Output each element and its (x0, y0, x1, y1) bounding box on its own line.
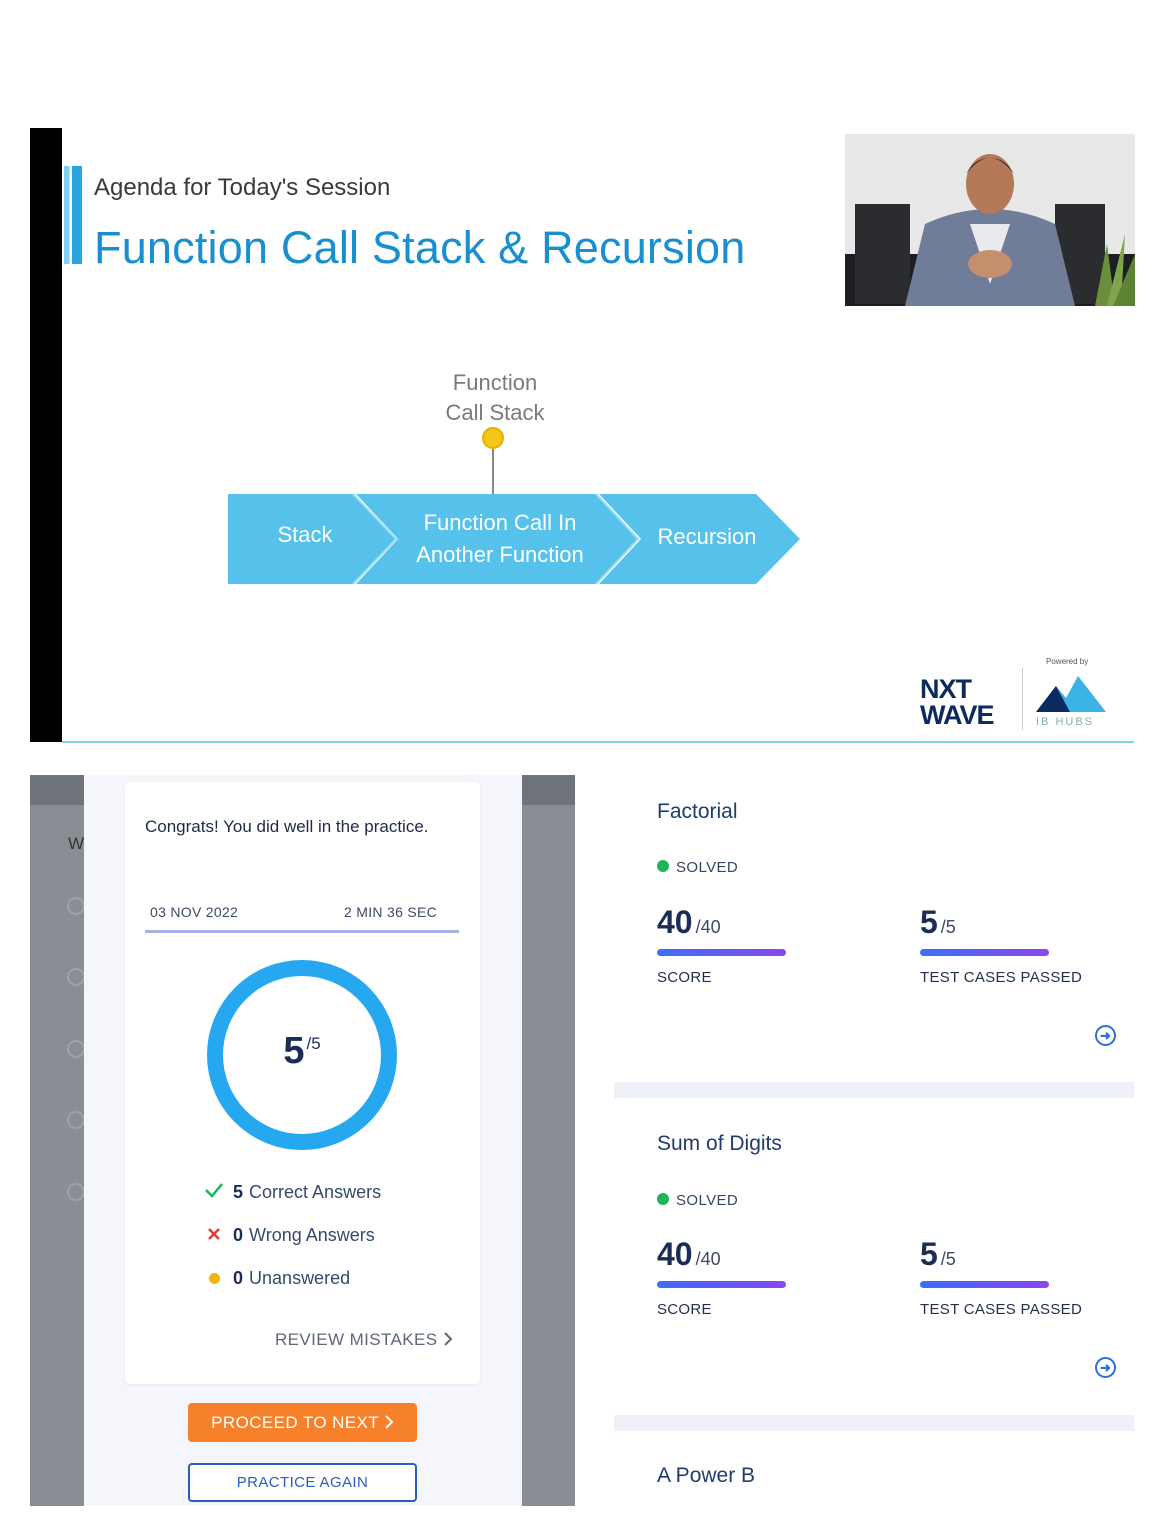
score-total: /40 (695, 917, 721, 937)
nxtwave-logo: NXT WAVE (920, 674, 995, 730)
slide-accent-bar (64, 166, 82, 264)
score-total: /5 (306, 1034, 321, 1053)
open-problem-arrow-icon[interactable]: ➜ (1095, 1025, 1116, 1046)
problem-title: A Power B (657, 1464, 756, 1487)
flow-step-stack: Stack (277, 522, 333, 547)
status-dot-icon (657, 1193, 669, 1205)
unanswered-row: 0 Unanswered (200, 1268, 350, 1289)
background-text: W (68, 834, 85, 853)
slide-left-border (30, 128, 62, 742)
date-underline (145, 930, 459, 933)
slide-agenda-label: Agenda for Today's Session (94, 174, 391, 201)
problem-title: Sum of Digits (657, 1132, 782, 1155)
background-radio (67, 897, 85, 915)
correct-label: Correct Answers (249, 1182, 382, 1202)
status-badge: SOLVED (657, 859, 738, 876)
tests-label: TEST CASES PASSED (920, 1301, 1083, 1318)
tests-metric: 5/5 (920, 1236, 956, 1273)
proceed-label: PROCEED TO NEXT (211, 1413, 379, 1432)
tests-total: /5 (940, 1249, 956, 1269)
ibhubs-logo-text: IB HUBS (1036, 716, 1095, 728)
unanswered-count: 0 (233, 1268, 244, 1288)
tests-progress-bar (920, 1281, 1049, 1288)
problem-title: Factorial (657, 800, 738, 823)
correct-answers-row: 5 Correct Answers (200, 1182, 381, 1203)
checkmark-icon (200, 1182, 228, 1203)
background-radio (67, 1183, 85, 1201)
wrong-label: Wrong Answers (249, 1225, 375, 1245)
callout-connector (492, 449, 494, 495)
score-value: 5 (283, 1030, 305, 1072)
status-label: SOLVED (676, 1192, 739, 1209)
status-badge: SOLVED (657, 1192, 738, 1209)
score-progress-bar (657, 949, 786, 956)
open-problem-arrow-icon[interactable]: ➜ (1095, 1357, 1116, 1378)
practice-duration: 2 MIN 36 SEC (344, 904, 438, 920)
proceed-to-next-button[interactable]: PROCEED TO NEXT (188, 1403, 417, 1442)
problem-card: Factorial SOLVED 40/40 SCORE 5/5 TEST CA… (614, 775, 1134, 1082)
status-label: SOLVED (676, 859, 739, 876)
logo-divider (1022, 668, 1023, 730)
wrong-count: 0 (233, 1225, 244, 1245)
presenter-video-thumbnail (845, 134, 1135, 306)
background-radio (67, 1111, 85, 1129)
flow-step-recursion: Recursion (657, 524, 757, 549)
tests-progress-bar (920, 949, 1049, 956)
correct-count: 5 (233, 1182, 244, 1202)
score-metric: 40/40 (657, 1236, 721, 1273)
tests-label: TEST CASES PASSED (920, 969, 1083, 986)
slide-divider (62, 741, 1134, 743)
score-value: 40 (657, 1236, 693, 1272)
slide-title: Function Call Stack & Recursion (94, 222, 746, 273)
review-mistakes-link[interactable]: REVIEW MISTAKES (275, 1330, 453, 1350)
tests-value: 5 (920, 904, 938, 940)
score-label: SCORE (657, 969, 712, 986)
chevron-right-icon (443, 1330, 453, 1349)
score-progress-bar (657, 1281, 786, 1288)
callout-label-function-call-stack: Function Call Stack (445, 370, 545, 425)
callout-dot (482, 427, 504, 449)
problem-card: A Power B (614, 1431, 1134, 1506)
score-label: SCORE (657, 1301, 712, 1318)
tests-total: /5 (940, 917, 956, 937)
chevron-right-icon (384, 1413, 394, 1432)
tests-value: 5 (920, 1236, 938, 1272)
ibhubs-mountain-logo (1036, 676, 1106, 712)
flow-step-function-call: Function Call In Another Function (416, 510, 584, 567)
score-total: /40 (695, 1249, 721, 1269)
wrong-answers-row: 0 Wrong Answers (200, 1225, 375, 1246)
background-radio (67, 968, 85, 986)
practice-again-button[interactable]: PRACTICE AGAIN (188, 1463, 417, 1502)
tests-metric: 5/5 (920, 904, 956, 941)
practice-date: 03 NOV 2022 (150, 904, 239, 920)
unanswered-label: Unanswered (249, 1268, 351, 1288)
dot-icon (200, 1268, 228, 1289)
problem-card: Sum of Digits SOLVED 40/40 SCORE 5/5 TES… (614, 1098, 1134, 1415)
score-value: 40 (657, 904, 693, 940)
background-radio (67, 1040, 85, 1058)
powered-by-label: Powered by (1046, 657, 1089, 666)
cross-icon (200, 1225, 228, 1246)
review-mistakes-label: REVIEW MISTAKES (275, 1330, 438, 1349)
congrats-message: Congrats! You did well in the practice. (145, 817, 429, 836)
score-metric: 40/40 (657, 904, 721, 941)
status-dot-icon (657, 860, 669, 872)
score-ring-value: 5/5 (207, 1030, 397, 1073)
